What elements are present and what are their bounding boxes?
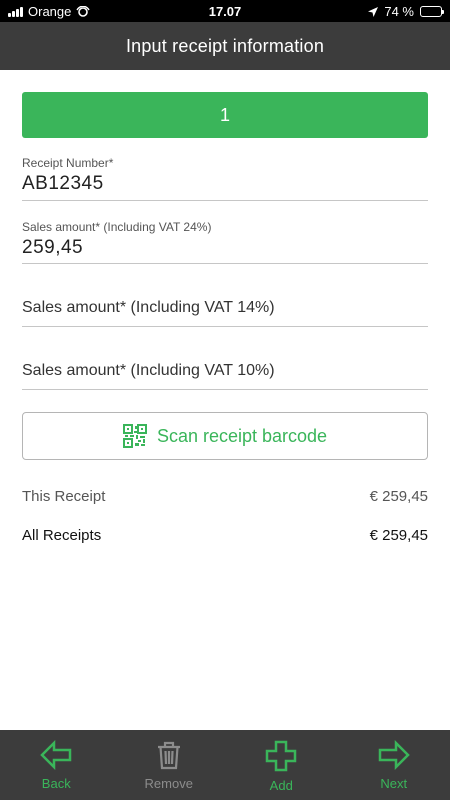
signal-icon bbox=[8, 6, 23, 17]
receipt-number-value[interactable]: AB12345 bbox=[22, 173, 428, 195]
vat-10-note: (Including VAT 10%) bbox=[130, 362, 275, 379]
wifi-call-icon bbox=[76, 5, 90, 17]
vat-24-note: (Including VAT 24%) bbox=[103, 220, 212, 234]
sales-amount-14-field[interactable]: Sales amount* (Including VAT 14%) bbox=[22, 299, 428, 327]
back-label: Back bbox=[41, 776, 71, 791]
trash-icon bbox=[157, 741, 180, 770]
arrow-left-icon bbox=[40, 740, 72, 770]
add-button[interactable]: Add bbox=[225, 730, 338, 800]
sales-amount-24-value[interactable]: 259,45 bbox=[22, 237, 428, 259]
title-bar: Input receipt information bbox=[0, 22, 450, 70]
page-title: Input receipt information bbox=[125, 35, 325, 56]
qr-code-icon bbox=[122, 424, 147, 448]
sales-amount-24-field[interactable]: Sales amount* (Including VAT 24%) 259,45 bbox=[22, 220, 428, 264]
next-button[interactable]: Next bbox=[338, 730, 450, 800]
all-receipts-value: € 259,45 bbox=[369, 527, 428, 544]
status-left: Orange bbox=[8, 4, 90, 19]
carrier-name: Orange bbox=[28, 4, 72, 19]
this-receipt-value: € 259,45 bbox=[369, 488, 428, 505]
add-label: Add bbox=[269, 778, 293, 793]
scan-receipt-barcode-button[interactable]: Scan receipt barcode bbox=[22, 412, 428, 460]
sales-amount-24-label-text: Sales amount* bbox=[22, 220, 101, 234]
bottom-toolbar: Back Remove Add Next bbox=[0, 730, 450, 800]
all-receipts-label: All Receipts bbox=[22, 527, 102, 544]
sales-amount-14-label-text: Sales amount* bbox=[22, 299, 127, 316]
location-arrow-icon bbox=[368, 6, 379, 17]
remove-button[interactable]: Remove bbox=[113, 730, 226, 800]
sales-amount-10-label-text: Sales amount* bbox=[22, 362, 127, 379]
receipt-tab-1[interactable]: 1 bbox=[22, 92, 428, 138]
sales-amount-10-placeholder: Sales amount* (Including VAT 10%) bbox=[22, 362, 428, 380]
status-bar: Orange 17.07 74 % bbox=[0, 0, 450, 22]
sales-amount-10-field[interactable]: Sales amount* (Including VAT 10%) bbox=[22, 362, 428, 390]
battery-icon bbox=[420, 6, 444, 17]
plus-icon bbox=[266, 740, 297, 772]
this-receipt-row: This Receipt € 259,45 bbox=[22, 488, 428, 505]
status-right: 74 % bbox=[368, 4, 444, 19]
scan-button-label: Scan receipt barcode bbox=[156, 425, 328, 446]
receipt-number-field[interactable]: Receipt Number* AB12345 bbox=[22, 156, 428, 201]
sales-amount-24-label: Sales amount* (Including VAT 24%) bbox=[22, 220, 428, 234]
arrow-right-icon bbox=[378, 740, 410, 770]
back-button[interactable]: Back bbox=[0, 730, 113, 800]
remove-label: Remove bbox=[144, 776, 193, 791]
next-label: Next bbox=[380, 776, 408, 791]
sales-amount-14-placeholder: Sales amount* (Including VAT 14%) bbox=[22, 299, 428, 317]
receipt-number-label: Receipt Number* bbox=[22, 156, 114, 170]
battery-percent: 74 % bbox=[384, 4, 414, 19]
this-receipt-label: This Receipt bbox=[22, 488, 106, 505]
vat-14-note: (Including VAT 14%) bbox=[130, 299, 275, 316]
all-receipts-row: All Receipts € 259,45 bbox=[22, 527, 428, 544]
